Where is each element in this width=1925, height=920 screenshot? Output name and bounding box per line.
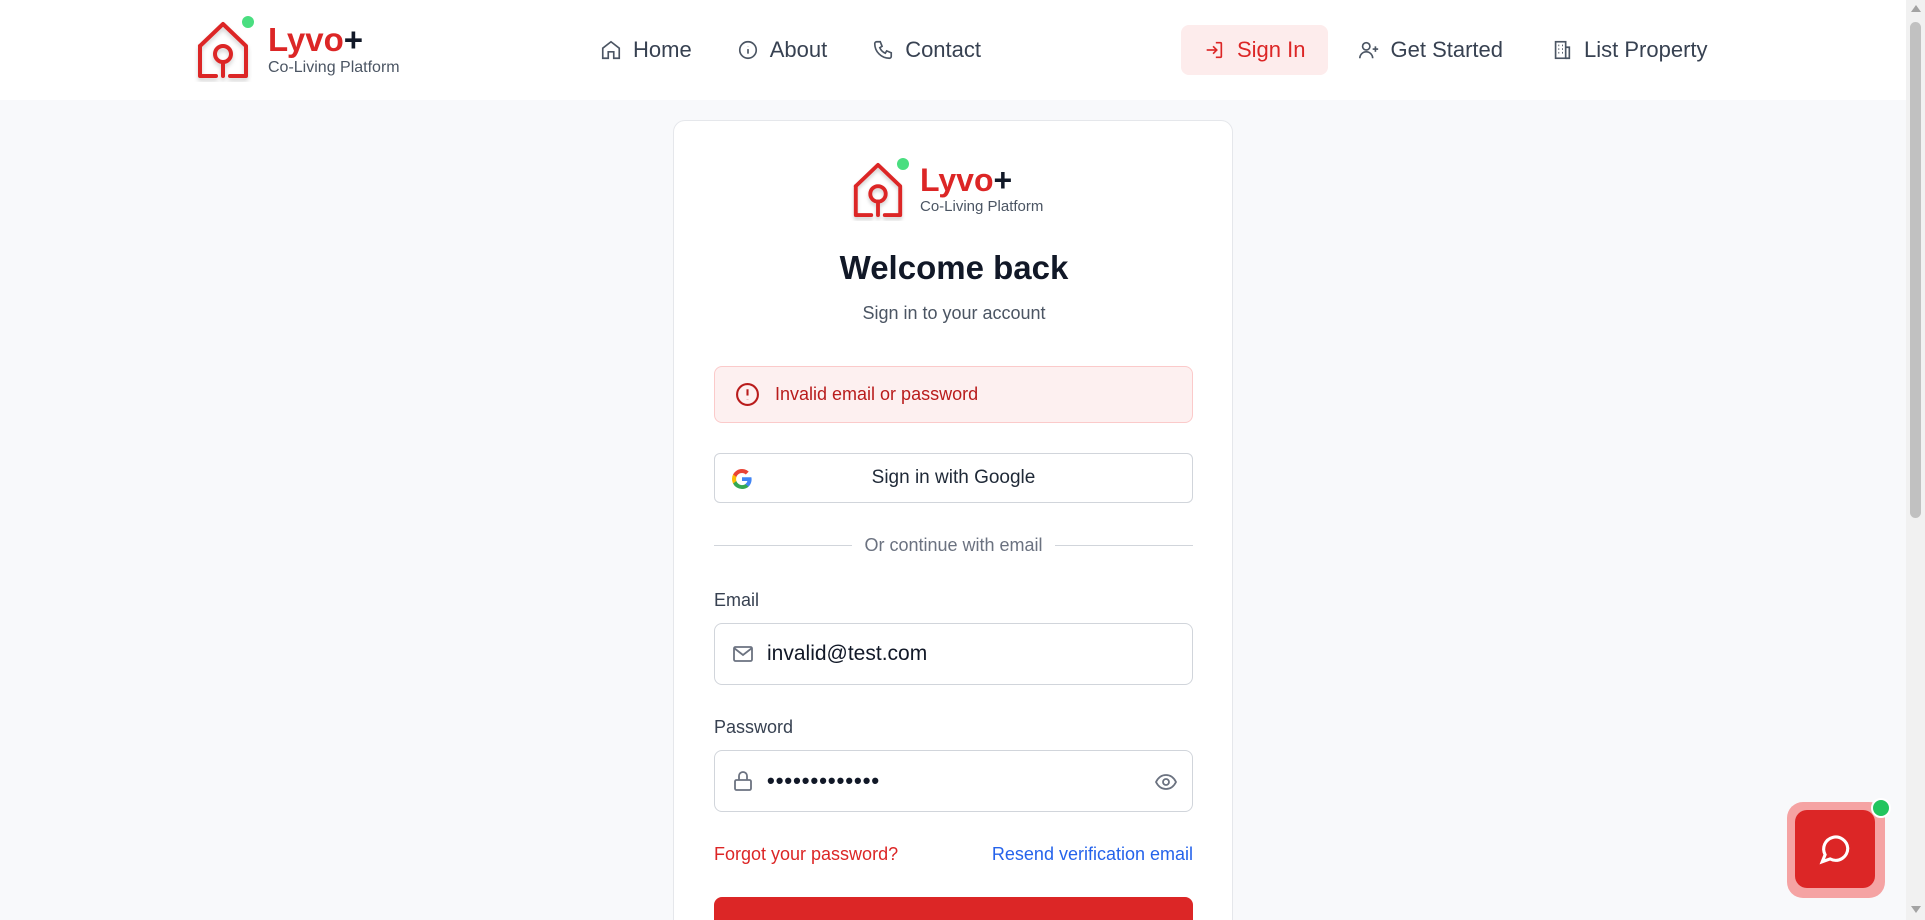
google-logo-icon — [731, 469, 752, 490]
mail-icon — [733, 646, 753, 662]
page-scrollbar[interactable] — [1906, 0, 1925, 920]
top-navbar: Lyvo+ Co-Living Platform Home About Cont… — [0, 0, 1906, 100]
house-pin-logo-icon — [850, 158, 909, 221]
sign-in-button[interactable]: Sign In — [1181, 25, 1328, 75]
forgot-password-link[interactable]: Forgot your password? — [714, 844, 898, 865]
online-status-dot — [242, 16, 254, 28]
error-alert: Invalid email or password — [714, 366, 1193, 423]
building-icon — [1554, 40, 1571, 60]
online-status-dot — [897, 158, 909, 170]
brand-name: Lyvo+ — [268, 21, 364, 58]
eye-icon[interactable] — [1154, 770, 1178, 794]
password-label: Password — [714, 717, 794, 737]
page-title: Welcome back — [839, 249, 1069, 286]
nav-about-label: About — [769, 37, 828, 62]
nav-contact[interactable]: Contact — [872, 30, 981, 70]
submit-sign-in-button[interactable] — [714, 897, 1193, 920]
get-started-label: Get Started — [1390, 37, 1504, 62]
scroll-thumb[interactable] — [1910, 22, 1921, 518]
chat-widget — [1787, 798, 1891, 898]
card-brand-subtitle: Co-Living Platform — [920, 198, 1044, 215]
brand-logo-link[interactable]: Lyvo+ Co-Living Platform — [194, 16, 400, 82]
nav-contact-label: Contact — [905, 37, 982, 62]
phone-icon — [874, 40, 893, 60]
chat-button[interactable] — [1795, 810, 1875, 888]
house-pin-logo-icon — [194, 16, 254, 82]
auth-links-row: Forgot your password? Resend verificatio… — [714, 844, 1193, 865]
google-sign-in-button[interactable]: Sign in with Google — [714, 453, 1193, 503]
log-in-icon — [1206, 41, 1223, 59]
email-input[interactable] — [767, 642, 1137, 666]
divider-text: Or continue with email — [864, 534, 1043, 555]
list-property-link[interactable]: List Property — [1551, 25, 1708, 75]
alert-circle-icon — [736, 383, 759, 406]
sign-in-card: Lyvo+ Co-Living Platform Welcome back Si… — [673, 120, 1233, 920]
home-icon — [601, 40, 621, 60]
scroll-down-arrow-icon[interactable] — [1911, 906, 1921, 913]
card-brand: Lyvo+ Co-Living Platform — [850, 158, 1044, 221]
email-label: Email — [714, 590, 760, 610]
email-field[interactable] — [714, 623, 1193, 685]
password-input[interactable]: ••••••••••••• — [767, 768, 880, 794]
get-started-link[interactable]: Get Started — [1358, 25, 1504, 75]
page-subtitle: Sign in to your account — [862, 303, 1046, 323]
info-icon — [738, 40, 757, 60]
user-plus-icon — [1358, 41, 1378, 59]
error-message: Invalid email or password — [775, 384, 979, 404]
scroll-up-arrow-icon[interactable] — [1911, 5, 1921, 12]
resend-verification-link[interactable]: Resend verification email — [992, 844, 1193, 865]
main-nav: Home About Contact — [600, 30, 1026, 70]
lock-icon — [734, 771, 752, 791]
nav-home[interactable]: Home — [600, 30, 692, 70]
nav-home-label: Home — [633, 37, 692, 62]
nav-about[interactable]: About — [737, 30, 828, 70]
password-field[interactable]: ••••••••••••• — [714, 750, 1193, 812]
brand-subtitle: Co-Living Platform — [268, 59, 400, 76]
sign-in-label: Sign In — [1237, 37, 1306, 62]
or-divider: Or continue with email — [714, 533, 1194, 557]
chat-online-dot — [1871, 798, 1891, 818]
google-sign-in-label: Sign in with Google — [871, 467, 1036, 488]
card-brand-name: Lyvo+ — [920, 162, 1013, 198]
auth-actions: Sign In Get Started List Property — [1181, 25, 1756, 75]
message-circle-icon — [1819, 835, 1850, 865]
list-property-label: List Property — [1584, 37, 1708, 62]
